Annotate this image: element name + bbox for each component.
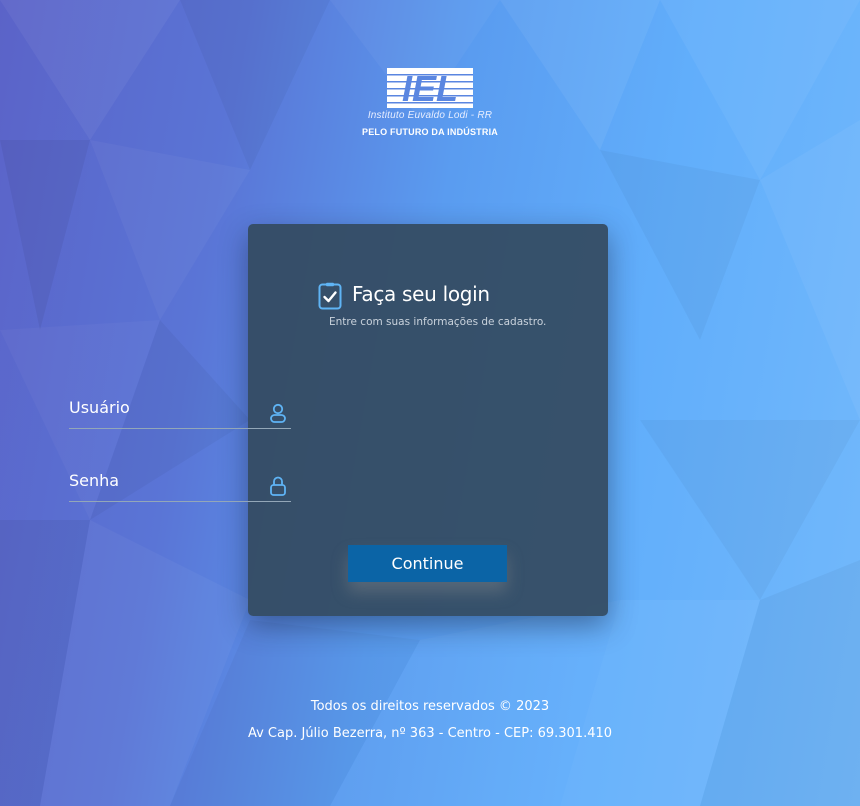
login-title: Faça seu login [352,282,490,306]
login-subtitle: Entre com suas informações de cadastro. [329,316,547,328]
footer-rights: Todos os direitos reservados © 2023 [310,699,550,714]
password-input[interactable] [69,465,259,495]
login-page: IEL Instituto Euvaldo Lodi - RR PELO FUT… [0,0,860,806]
clipboard-check-icon [318,282,342,310]
svg-text:IEL: IEL [402,68,458,108]
iel-logo: IEL Instituto Euvaldo Lodi - RR PELO FUT… [340,68,520,137]
iel-logo-mark: IEL [387,68,473,108]
user-icon [270,403,286,423]
password-field [69,465,291,502]
logo-slogan: PELO FUTURO DA INDÚSTRIA [362,127,498,137]
footer-address: Av Cap. Júlio Bezerra, nº 363 - Centro -… [247,726,613,741]
lock-icon [270,476,286,496]
continue-button[interactable]: Continue [348,545,507,582]
username-field [69,392,291,429]
username-input[interactable] [69,392,259,422]
login-card: Faça seu login Entre com suas informaçõe… [248,224,608,616]
logo-subtitle: Instituto Euvaldo Lodi - RR [367,110,493,121]
